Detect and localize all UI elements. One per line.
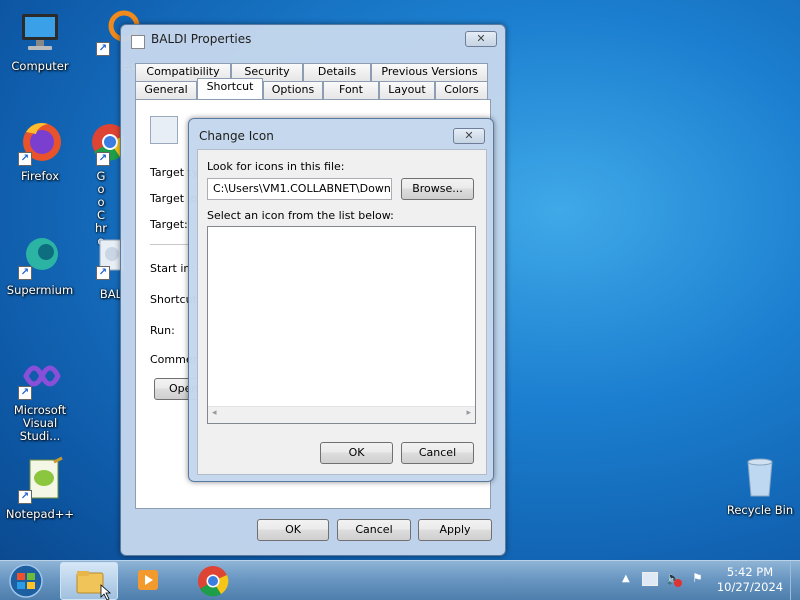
scroll-right-icon[interactable]: ▸ [466,408,471,418]
firefox-icon: ↗ [16,118,64,166]
taskbar-clock[interactable]: 5:42 PM 10/27/2024 [712,565,788,595]
shortcut-arrow-icon: ↗ [18,152,32,166]
desktop-icon-notepad-plus-plus[interactable]: ↗ Notepad++ [2,456,78,521]
desktop-icon-label: Recycle Bin [726,503,794,517]
tab-font[interactable]: Font [323,81,379,99]
window-app-icon [131,35,145,49]
visual-studio-icon: ↗ [16,352,64,400]
desktop-icon-google-chrome[interactable]: ↗ Goo Chro [80,118,128,248]
desktop-icon-label: BAL [99,287,123,301]
desktop-icon-supermium[interactable]: ↗ Supermium [2,232,78,297]
baldi-icon: ↗ [80,236,125,284]
tab-general[interactable]: General [135,81,197,99]
show-hidden-icons-icon[interactable]: ▲ [622,573,630,584]
scroll-left-icon[interactable]: ◂ [212,408,217,418]
clock-time: 5:42 PM [726,565,774,579]
tab-previous-versions[interactable]: Previous Versions [371,63,488,81]
tab-options[interactable]: Options [263,81,323,99]
windows-logo-icon [9,564,43,598]
run-label: Run: [150,324,175,337]
desktop-icon-label: Firefox [20,169,60,183]
chrome-icon: ↗ [80,118,128,166]
tab-details[interactable]: Details [303,63,371,81]
browse-button[interactable]: Browse... [401,178,474,200]
look-for-icons-label: Look for icons in this file: [207,160,345,173]
desktop-icon-recycle-bin[interactable]: Recycle Bin [722,452,798,517]
network-icon[interactable] [642,572,658,586]
shortcut-arrow-icon: ↗ [18,266,32,280]
close-icon: ✕ [464,129,474,142]
taskbar: ▲ 🔈 ⚑ 5:42 PM 10/27/2024 [0,560,800,600]
icon-list[interactable]: ◂ ▸ [207,226,476,424]
recycle-bin-icon [736,452,784,500]
action-center-flag-icon[interactable]: ⚑ [692,571,703,585]
desktop-icon-baldi[interactable]: ↗ BAL [80,236,125,301]
desktop-icon-visual-studio[interactable]: ↗ Microsoft Visual Studi... [2,352,78,443]
ok-button[interactable]: OK [257,519,329,541]
tab-layout[interactable]: Layout [379,81,435,99]
shortcut-arrow-icon: ↗ [18,386,32,400]
horizontal-scrollbar[interactable]: ◂ ▸ [208,406,475,423]
window-title: BALDI Properties [151,32,252,46]
desktop-icon-label: Supermium [6,283,74,297]
apply-button[interactable]: Apply [418,519,492,541]
clock-date: 10/27/2024 [716,580,784,594]
volume-muted-badge [674,579,682,587]
desktop-icon-label: Notepad++ [5,507,75,521]
select-icon-label: Select an icon from the list below: [207,209,394,222]
chrome-icon [198,566,229,597]
cancel-button[interactable]: Cancel [337,519,411,541]
computer-icon [16,8,64,56]
start-button[interactable] [6,563,46,599]
close-button[interactable]: ✕ [465,31,497,47]
taskbar-explorer-button[interactable] [60,562,118,600]
dialog-body: Look for icons in this file: C:\Users\VM… [197,149,487,475]
shortcut-arrow-icon: ↗ [96,152,110,166]
shortcut-arrow-icon: ↗ [18,490,32,504]
icon-file-path-input[interactable]: C:\Users\VM1.COLLABNET\Downloac [207,178,392,200]
supermium-icon: ↗ [16,232,64,280]
desktop-icon-firefox[interactable]: ↗ Firefox [2,118,78,183]
shortcut-arrow-icon: ↗ [96,42,110,56]
desktop-icon-computer[interactable]: Computer [2,8,78,73]
change-icon-dialog: Change Icon ✕ Look for icons in this fil… [188,118,494,482]
close-icon: ✕ [476,32,486,45]
desktop-icon-label: Microsoft Visual Studi... [13,403,67,443]
desktop-icon-label: Computer [11,59,69,73]
notepad-plus-plus-icon: ↗ [16,456,64,504]
cancel-button[interactable]: Cancel [401,442,474,464]
media-player-icon [138,570,158,590]
ok-button[interactable]: OK [320,442,393,464]
dialog-title: Change Icon [199,129,274,143]
tab-colors[interactable]: Colors [435,81,488,99]
file-explorer-icon [76,571,112,600]
taskbar-media-player-button[interactable] [124,562,174,600]
taskbar-chrome-button[interactable] [188,562,238,600]
shortcut-arrow-icon: ↗ [96,266,110,280]
target-label: Target: [150,218,188,231]
baldi-shortcut-icon [150,116,178,144]
show-desktop-button[interactable] [790,561,800,600]
tab-shortcut[interactable]: Shortcut [197,78,263,99]
close-button[interactable]: ✕ [453,128,485,144]
